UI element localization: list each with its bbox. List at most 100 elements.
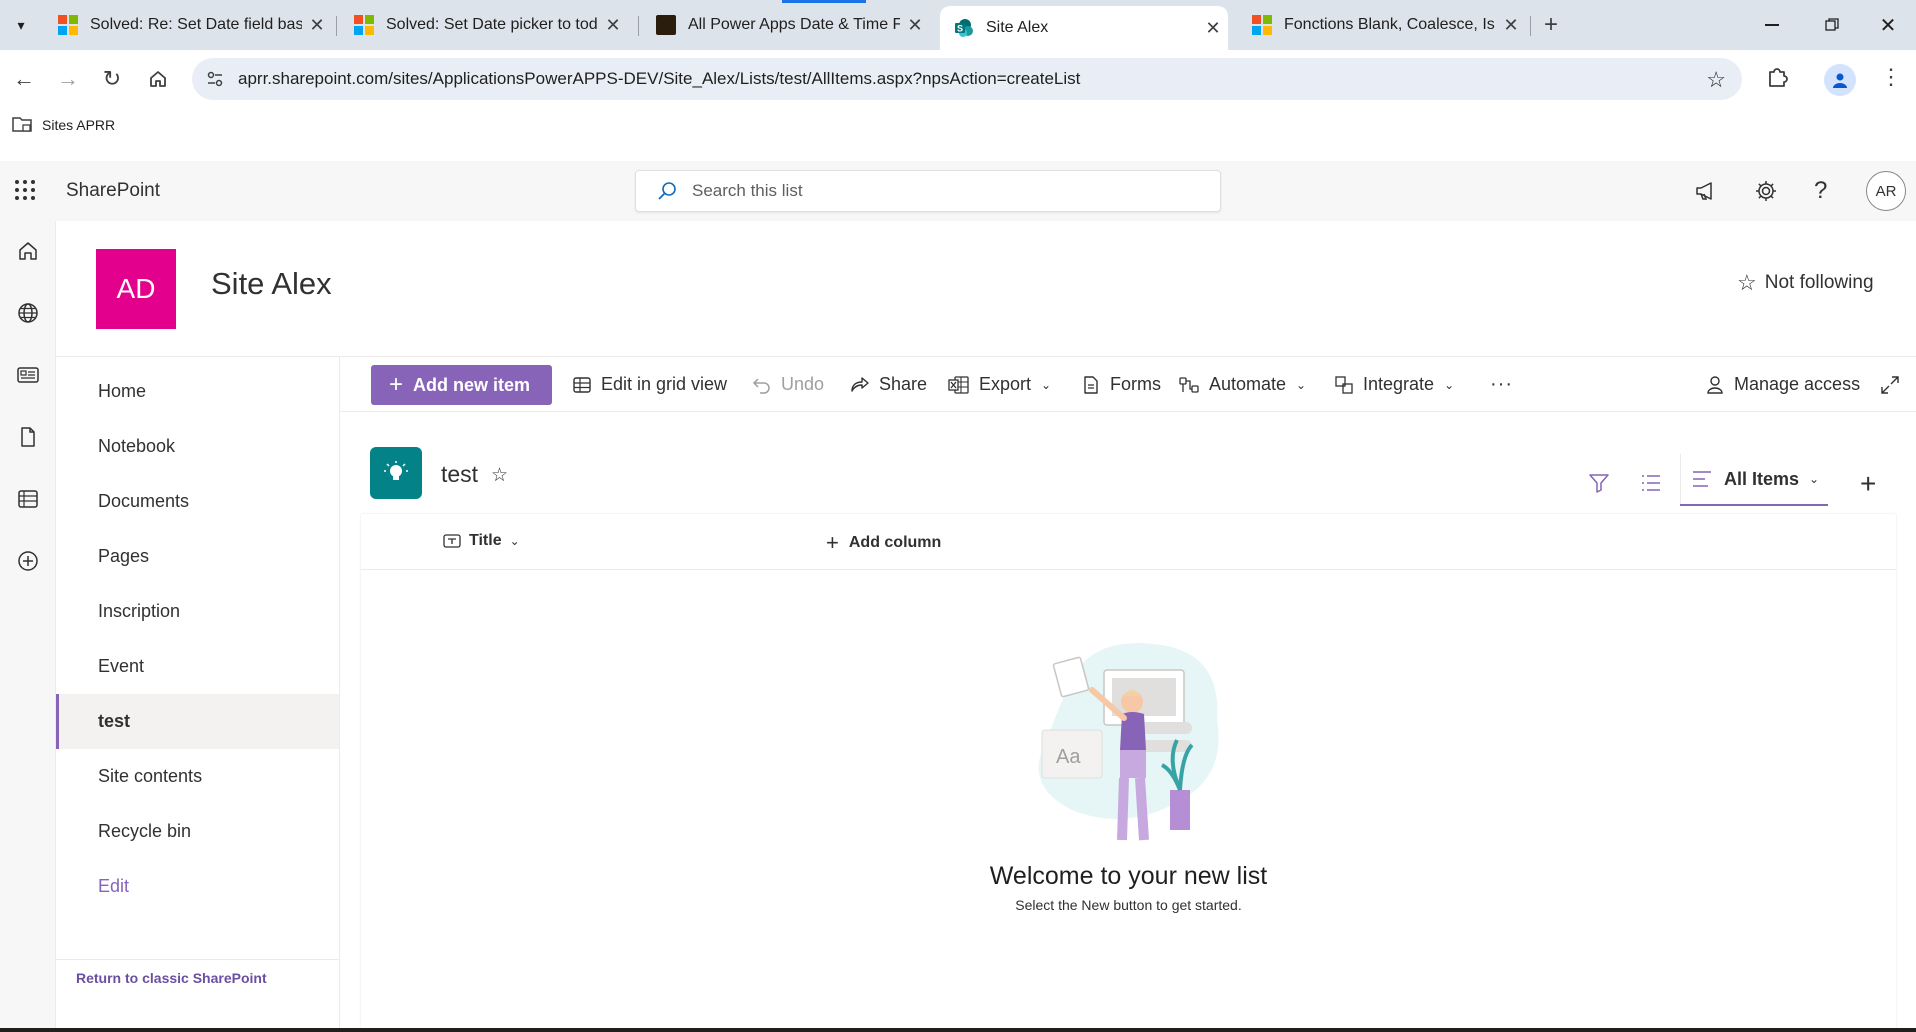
nav-item-pages[interactable]: Pages (56, 529, 339, 584)
forms-label: Forms (1110, 374, 1161, 394)
tab-search-icon[interactable]: ▾ (8, 12, 34, 38)
site-settings-icon[interactable] (206, 70, 224, 93)
bookmark-sites-aprr[interactable]: Sites APRR (12, 116, 115, 134)
browser-tab-5[interactable]: Fonctions Blank, Coalesce, IsBla ✕ (1238, 8, 1526, 42)
column-title-label: Title (469, 532, 502, 549)
new-tab-icon[interactable]: + (1536, 10, 1566, 40)
nav-item-recycle-bin[interactable]: Recycle bin (56, 804, 339, 859)
nav-edit-link[interactable]: Edit (56, 859, 339, 914)
nav-item-inscription[interactable]: Inscription (56, 584, 339, 639)
share-button[interactable]: Share (850, 357, 927, 412)
add-view-icon[interactable]: + (1860, 468, 1876, 500)
nav-item-site-contents[interactable]: Site contents (56, 749, 339, 804)
folder-icon (12, 117, 32, 132)
forms-button[interactable]: Forms (1081, 357, 1161, 412)
return-to-classic-link[interactable]: Return to classic SharePoint (76, 970, 267, 986)
share-label: Share (879, 374, 928, 394)
follow-button[interactable]: ☆ Not following (1737, 270, 1874, 296)
address-bar[interactable]: aprr.sharepoint.com/sites/ApplicationsPo… (192, 58, 1742, 100)
browser-menu-icon[interactable]: ⋮ (1880, 64, 1902, 90)
close-tab-icon[interactable]: ✕ (598, 15, 628, 36)
close-window-icon[interactable]: ✕ (1868, 10, 1908, 40)
manage-access-button[interactable]: Manage access (1705, 357, 1860, 412)
export-button[interactable]: Export ⌄ (948, 357, 1051, 412)
site-favicon-icon (656, 15, 676, 35)
nav-item-documents[interactable]: Documents (56, 474, 339, 529)
nav-item-test[interactable]: test (56, 694, 339, 749)
plus-icon: + (389, 371, 404, 398)
globe-icon[interactable] (12, 297, 44, 329)
site-logo[interactable]: AD (96, 249, 176, 329)
close-tab-icon[interactable]: ✕ (302, 15, 332, 36)
star-icon: ☆ (1737, 270, 1757, 295)
view-options-icon[interactable] (1640, 472, 1662, 499)
restore-icon[interactable] (1812, 10, 1852, 40)
browser-tab-1[interactable]: Solved: Re: Set Date field based ✕ (44, 8, 332, 42)
chevron-down-icon: ⌄ (1296, 377, 1307, 392)
microsoft-logo-icon (58, 15, 78, 35)
url-text: aprr.sharepoint.com/sites/ApplicationsPo… (238, 69, 1081, 88)
nav-item-home[interactable]: Home (56, 364, 339, 419)
integrate-button[interactable]: Integrate ⌄ (1334, 357, 1454, 412)
home-rail-icon[interactable] (12, 235, 44, 267)
close-tab-icon[interactable]: ✕ (1496, 15, 1526, 36)
column-header-title[interactable]: Title ⌄ (443, 532, 520, 550)
settings-gear-icon[interactable] (1754, 179, 1778, 208)
lists-icon[interactable] (12, 483, 44, 515)
microsoft-logo-icon (1252, 15, 1272, 35)
app-rail (0, 221, 56, 1032)
tab-separator (1530, 16, 1531, 36)
create-icon[interactable] (12, 545, 44, 577)
minimize-icon[interactable] (1752, 10, 1792, 40)
close-tab-icon[interactable]: ✕ (1198, 18, 1228, 39)
chevron-down-icon: ⌄ (1809, 472, 1820, 486)
browser-tab-2[interactable]: Solved: Set Date picker to today ✕ (340, 8, 628, 42)
filter-icon[interactable] (1588, 472, 1610, 499)
news-icon[interactable] (12, 359, 44, 391)
tab-separator (638, 16, 639, 36)
site-title[interactable]: Site Alex (211, 266, 332, 302)
share-icon (851, 376, 869, 392)
automate-button[interactable]: Automate ⌄ (1178, 357, 1306, 412)
view-selector[interactable]: All Items ⌄ (1680, 454, 1828, 506)
empty-list-illustration: Aa (1032, 640, 1232, 850)
search-placeholder: Search this list (692, 181, 803, 200)
bookmark-star-icon[interactable]: ☆ (1706, 67, 1726, 93)
app-launcher-icon[interactable] (14, 179, 36, 206)
column-header-row: Title ⌄ + Add column (361, 514, 1896, 570)
browser-tab-4-active[interactable]: S Site Alex ✕ (940, 6, 1228, 50)
manage-access-label: Manage access (1734, 374, 1861, 394)
back-icon[interactable]: ← (8, 63, 40, 95)
close-tab-icon[interactable]: ✕ (900, 15, 930, 36)
more-commands-icon[interactable]: ··· (1490, 357, 1513, 412)
sharepoint-logo-icon: S (954, 18, 974, 38)
app-name[interactable]: SharePoint (66, 180, 160, 202)
expand-icon[interactable] (1880, 357, 1909, 412)
list-title[interactable]: test (441, 461, 478, 488)
nav-item-event[interactable]: Event (56, 639, 339, 694)
reload-icon[interactable]: ↻ (96, 63, 128, 95)
browser-tab-3[interactable]: All Power Apps Date & Time Fu ✕ (642, 8, 930, 42)
undo-button[interactable]: Undo (752, 357, 824, 412)
tab-loading-indicator (782, 0, 866, 3)
follow-label: Not following (1764, 272, 1874, 293)
list-search-input[interactable]: Search this list (635, 170, 1221, 212)
edit-grid-view-button[interactable]: Edit in grid view (572, 357, 727, 412)
nav-item-notebook[interactable]: Notebook (56, 419, 339, 474)
user-avatar[interactable]: AR (1866, 171, 1906, 211)
forward-icon[interactable]: → (52, 63, 84, 95)
favorite-star-icon[interactable]: ☆ (491, 464, 508, 487)
svg-text:Aa: Aa (1056, 746, 1081, 768)
lightbulb-icon (384, 461, 408, 480)
files-icon[interactable] (12, 421, 44, 453)
text-column-icon (443, 534, 461, 548)
automate-icon (1179, 376, 1199, 393)
megaphone-icon[interactable] (1694, 179, 1718, 208)
help-icon[interactable]: ? (1814, 177, 1827, 205)
tab-separator (336, 16, 337, 36)
extensions-icon[interactable] (1764, 64, 1794, 94)
home-icon[interactable] (142, 63, 174, 95)
add-column-button[interactable]: + Add column (826, 530, 941, 556)
profile-icon[interactable] (1824, 64, 1856, 96)
add-new-item-button[interactable]: + Add new item (371, 365, 552, 405)
